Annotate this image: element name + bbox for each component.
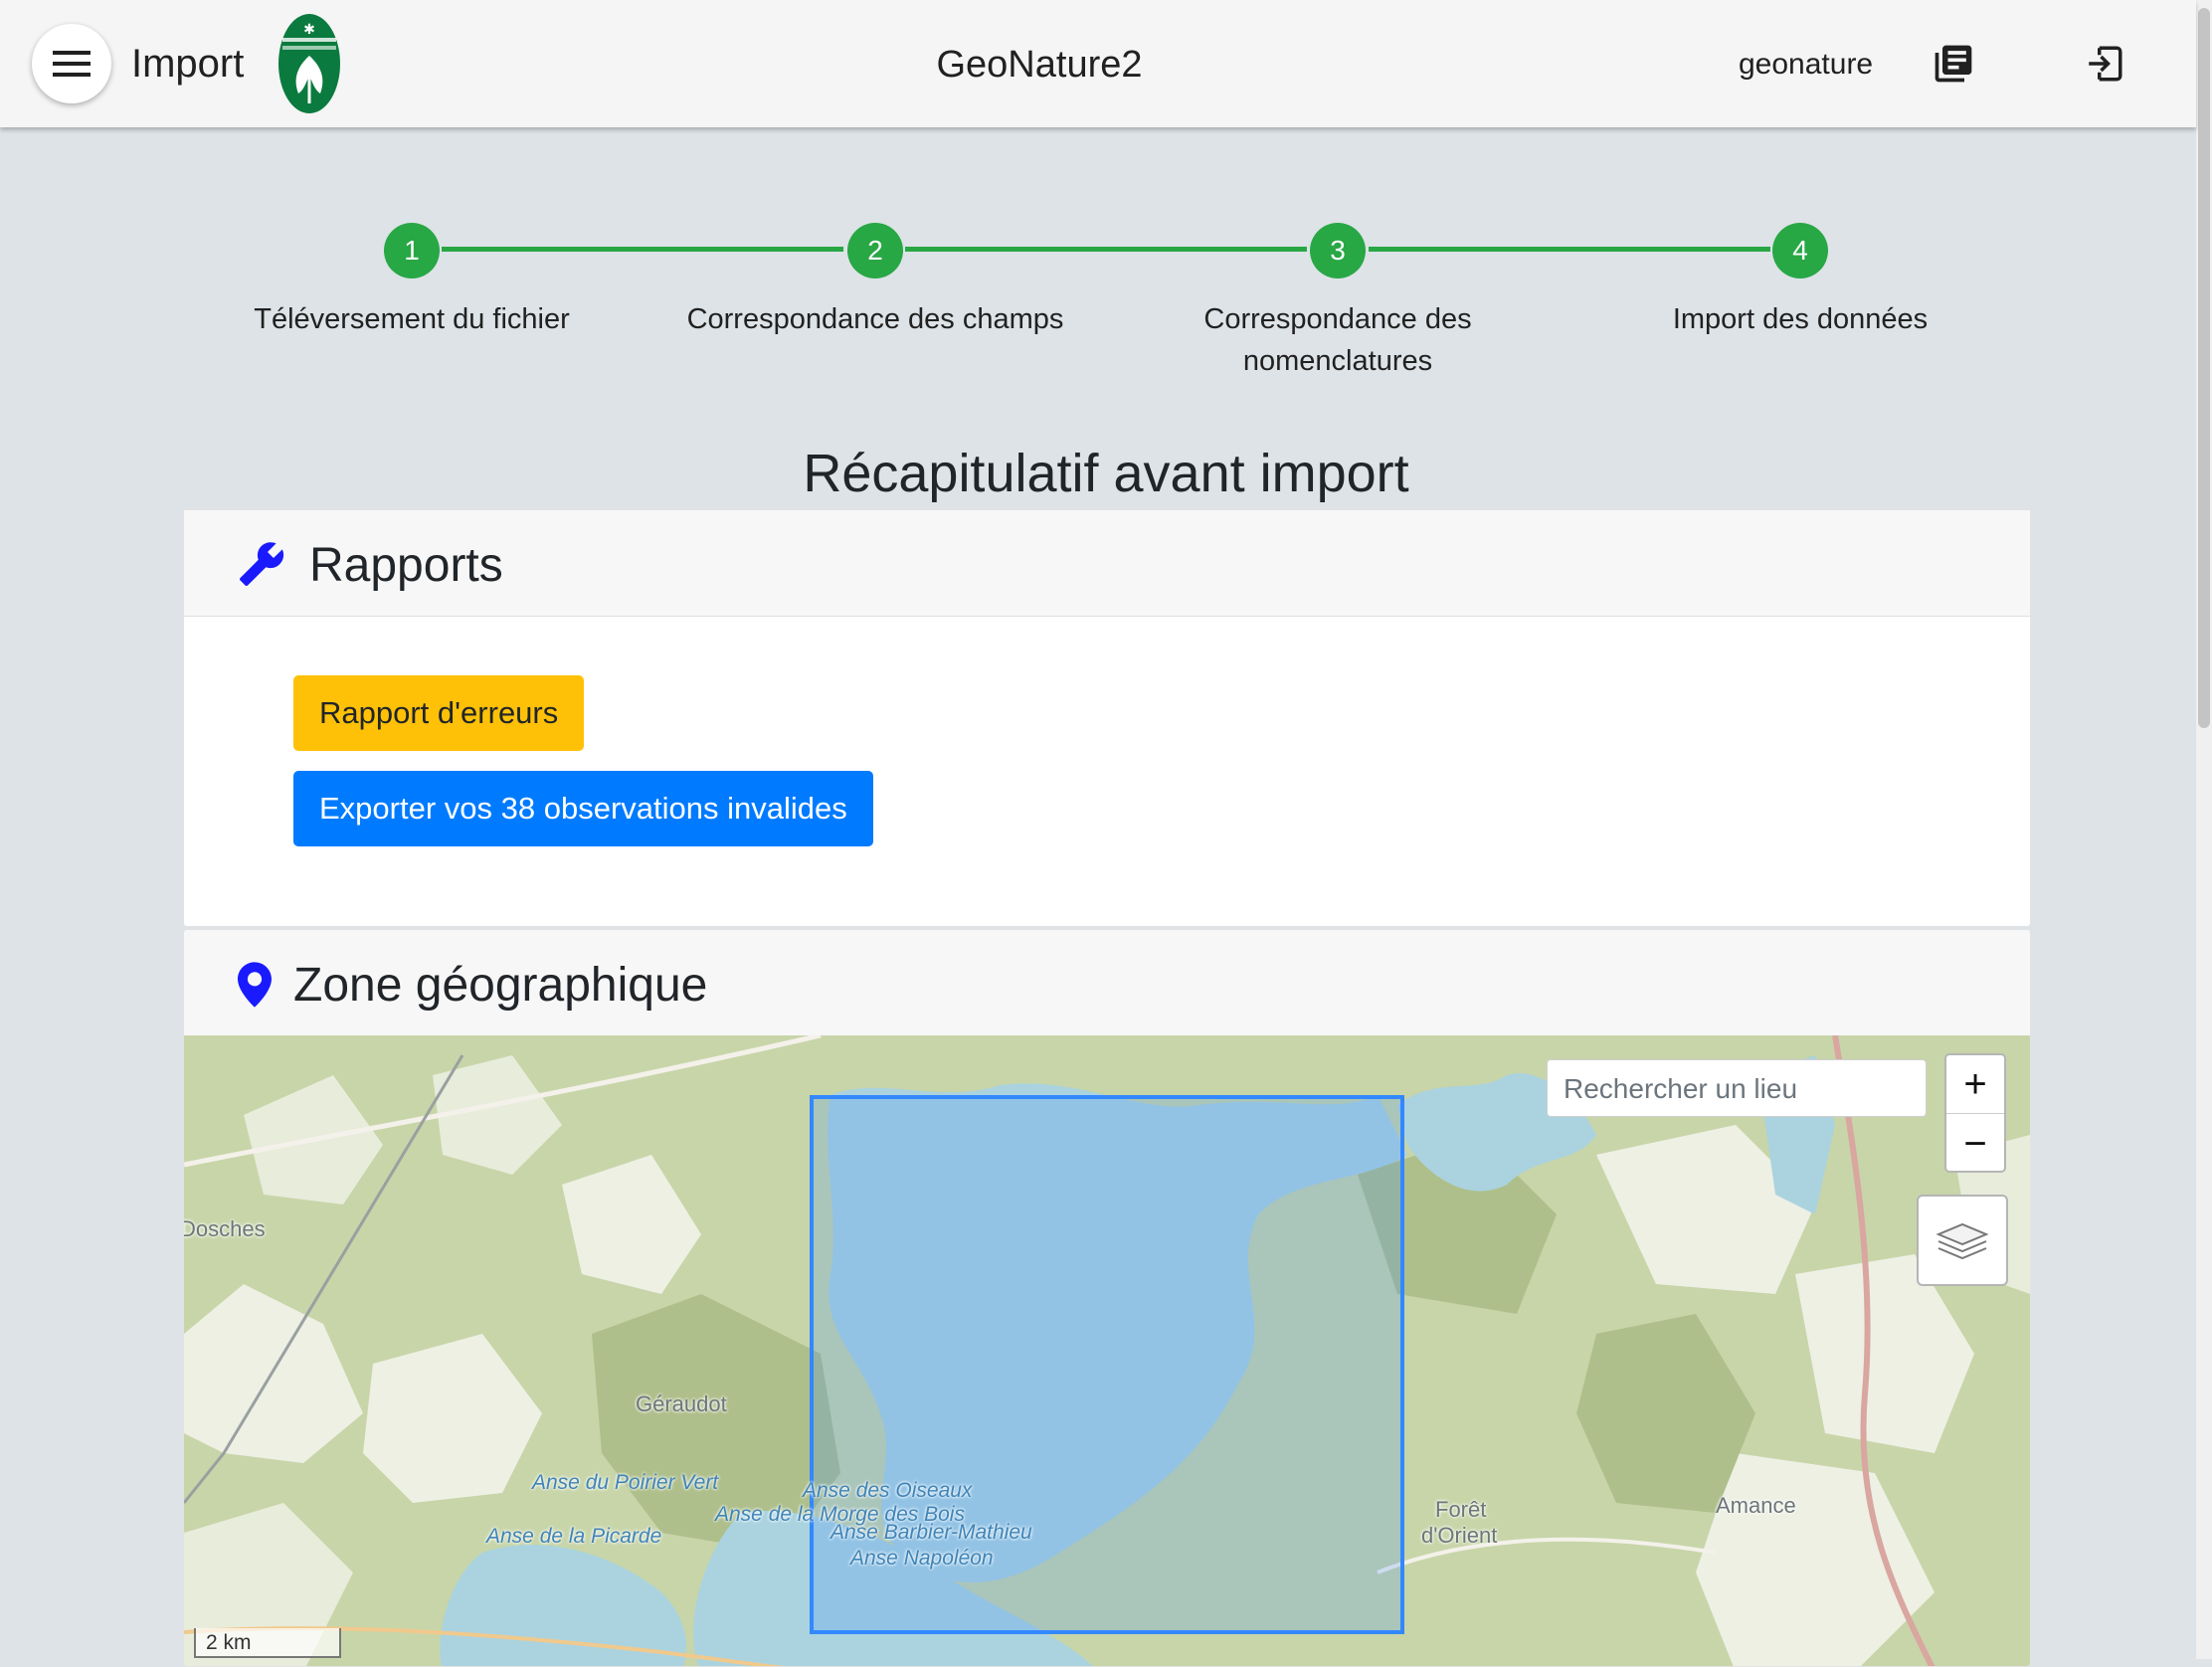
step-connector [442,247,843,252]
step-connector [905,247,1307,252]
step-3-indicator[interactable]: 3 [1310,223,1366,278]
map-tiles [184,1035,2030,1666]
rapports-card: Rapports Rapport d'erreurs Exporter vos … [183,509,2031,927]
step-2-indicator[interactable]: 2 [847,223,903,278]
zoom-out-button[interactable]: − [1946,1115,2004,1173]
place-search-input[interactable]: Rechercher un lieu [1547,1059,1927,1117]
map-label-foret: Forêt [1435,1497,1487,1522]
page-title: Récapitulatif avant import [803,444,1409,503]
map-marker-icon [238,962,272,1008]
step-4-label: Import des données [1672,303,1929,335]
wrench-icon [240,542,284,586]
step-3-label: Correspondance des nomenclatures [1203,303,1472,377]
zoom-control: + − [1944,1053,2006,1173]
app-toolbar: Import ✱ GeoNature2 geonature [0,0,2196,127]
zone-geographique-card: Zone géographique Dosches Géraudot Anse … [183,929,2031,1667]
documentation-button[interactable] [1926,36,1981,92]
rapports-card-header: Rapports [184,510,2030,617]
rapports-title: Rapports [309,539,503,592]
library-books-icon [1935,45,1972,83]
step-1-label: Téléversement du fichier [254,303,570,335]
zoom-in-button[interactable]: + [1946,1055,2004,1114]
logout-icon [2089,46,2122,82]
zone-title: Zone géographique [293,959,708,1012]
map-label-orient: d'Orient [1421,1523,1498,1548]
map-label-anse-picarde: Anse de la Picarde [486,1525,662,1548]
step-2-label: Correspondance des champs [686,303,1064,335]
step-1-indicator[interactable]: 1 [384,223,440,278]
step-4-indicator[interactable]: 4 [1772,223,1828,278]
error-report-button[interactable]: Rapport d'erreurs [293,675,585,751]
zone-card-header: Zone géographique [184,930,2030,1036]
map-label-anse-poirier: Anse du Poirier Vert [532,1471,719,1494]
scrollbar-thumb[interactable] [2198,8,2210,728]
map-label-amance: Amance [1716,1493,1796,1518]
layers-icon [1936,1222,1989,1260]
user-name: geonature [1739,48,1874,81]
logout-button[interactable] [2077,36,2132,92]
map-label-dosches: Dosches [184,1216,266,1241]
svg-text:✱: ✱ [303,22,315,38]
map-label-geraudot: Géraudot [636,1391,727,1416]
step-connector [1369,247,1770,252]
map-scale: 2 km [194,1628,341,1658]
map-label-anse-barbier: Anse Barbier-Mathieu [830,1521,1032,1544]
layers-button[interactable] [1917,1195,2008,1286]
map-label-anse-oiseaux: Anse des Oiseaux [803,1479,973,1502]
export-invalid-button[interactable]: Exporter vos 38 observations invalides [293,771,873,846]
map-view[interactable]: Dosches Géraudot Anse du Poirier Vert An… [184,1035,2030,1666]
map-label-anse-napoleon: Anse Napoléon [850,1547,994,1570]
